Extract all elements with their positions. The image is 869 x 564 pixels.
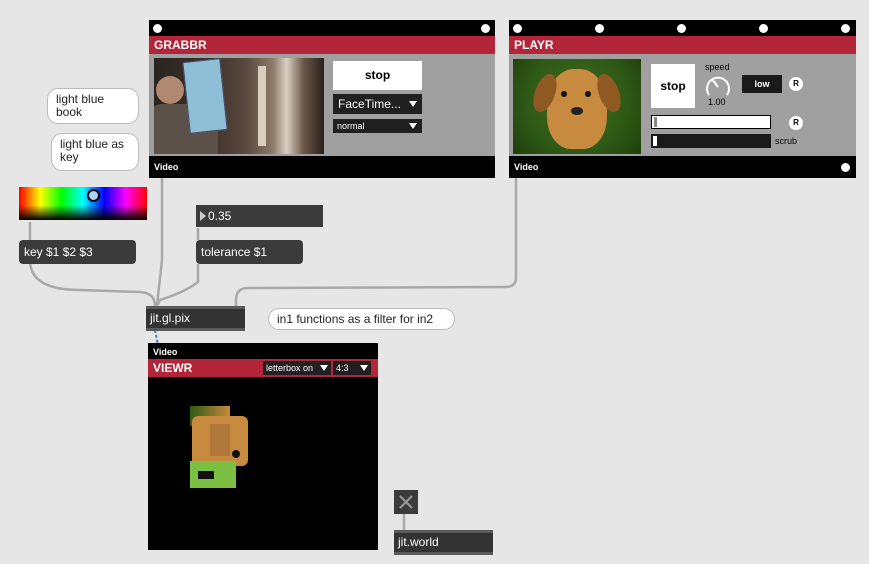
jit-world-object[interactable]: jit.world xyxy=(394,530,493,555)
inlet-dot[interactable] xyxy=(841,24,850,33)
playr-footer-label: Video xyxy=(514,162,539,172)
color-swatch[interactable] xyxy=(19,187,147,220)
inlet-dot[interactable] xyxy=(759,24,768,33)
keyed-output-image xyxy=(190,406,248,488)
close-icon xyxy=(399,495,413,509)
comment-light-blue-key: light blue as key xyxy=(51,133,139,171)
outlet-dot[interactable] xyxy=(841,163,850,172)
comment-light-blue-book: light blue book xyxy=(47,88,139,124)
render-toggle[interactable] xyxy=(394,490,418,514)
grabbr-title: GRABBR xyxy=(149,36,495,54)
puppy-video-image xyxy=(513,59,641,154)
grabbr-inlets xyxy=(149,20,495,36)
speed-label: speed xyxy=(705,62,730,72)
grabbr-device-label: FaceTime... xyxy=(338,97,401,111)
number-value: 0.35 xyxy=(208,209,232,223)
playr-stop-button[interactable]: stop xyxy=(651,64,695,108)
inlet-dot[interactable] xyxy=(513,24,522,33)
viewr-panel: Video VIEWR letterbox on 4:3 xyxy=(148,343,378,550)
playr-title: PLAYR xyxy=(509,36,856,54)
tolerance-number-box[interactable]: 0.35 xyxy=(196,205,323,227)
chevron-down-icon xyxy=(409,101,417,107)
jit-gl-pix-object[interactable]: jit.gl.pix xyxy=(146,306,245,331)
quality-low-button[interactable]: low xyxy=(742,75,782,93)
aspect-menu[interactable]: 4:3 xyxy=(333,361,371,375)
chevron-down-icon xyxy=(409,123,417,129)
grabbr-panel: GRABBR stop FaceTime... normal Video xyxy=(149,20,495,178)
grabbr-stop-button[interactable]: stop xyxy=(333,61,422,90)
tolerance-message-box[interactable]: tolerance $1 xyxy=(196,240,303,264)
camera-preview-image xyxy=(154,58,324,154)
inlet-dot[interactable] xyxy=(153,24,162,33)
grabbr-mode-menu[interactable]: normal xyxy=(333,119,422,133)
chevron-down-icon xyxy=(320,365,328,371)
playr-body: stop speed 1.00 low R R scrub xyxy=(509,54,856,156)
inlet-dot[interactable] xyxy=(677,24,686,33)
viewr-top-label: Video xyxy=(153,347,178,357)
playr-panel: PLAYR stop speed 1.00 low R R scrub Vide… xyxy=(509,20,856,178)
grabbr-footer: Video xyxy=(154,162,179,172)
chevron-down-icon xyxy=(360,365,368,371)
viewr-titlebar: VIEWR letterbox on 4:3 xyxy=(148,359,378,377)
speed-dial[interactable] xyxy=(704,73,732,99)
aspect-label: 4:3 xyxy=(336,363,349,373)
grabbr-body: stop FaceTime... normal xyxy=(149,54,495,156)
playr-footer: Video xyxy=(509,156,856,178)
loop-range-slider[interactable] xyxy=(651,115,771,129)
reset-button[interactable]: R xyxy=(789,116,803,130)
comment-filter-note: in1 functions as a filter for in2 xyxy=(268,308,455,330)
viewr-title: VIEWR xyxy=(153,361,193,375)
grabbr-device-menu[interactable]: FaceTime... xyxy=(333,94,422,114)
grabbr-mode-label: normal xyxy=(337,121,365,131)
letterbox-menu[interactable]: letterbox on xyxy=(263,361,331,375)
key-message-box[interactable]: key $1 $2 $3 xyxy=(19,240,136,264)
inlet-dot[interactable] xyxy=(595,24,604,33)
letterbox-label: letterbox on xyxy=(266,363,314,373)
playr-inlets xyxy=(509,20,856,36)
swatch-selector-handle[interactable] xyxy=(87,189,100,202)
speed-value: 1.00 xyxy=(708,97,726,107)
inlet-dot[interactable] xyxy=(481,24,490,33)
scrub-label: scrub xyxy=(775,136,798,146)
scrub-slider[interactable] xyxy=(651,134,771,148)
play-triangle-icon xyxy=(200,211,206,221)
reset-button[interactable]: R xyxy=(789,77,803,91)
